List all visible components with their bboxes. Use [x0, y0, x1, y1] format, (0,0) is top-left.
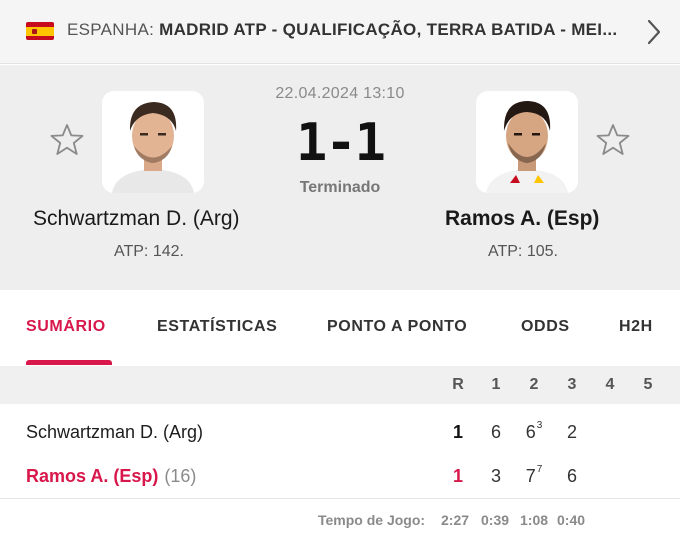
away-player-rank: ATP: 105. — [488, 243, 558, 260]
match-status: Terminado — [299, 179, 381, 196]
spain-flag-icon — [26, 22, 54, 40]
table-row[interactable]: Ramos A. (Esp) (16) 1 3 77 6 — [0, 452, 680, 496]
league-label: MADRID ATP - QUALIFICAÇÃO, TERRA BATIDA … — [159, 20, 618, 39]
row-player-name: Schwartzman D. (Arg) — [26, 422, 204, 442]
col-set-4: 4 — [605, 376, 615, 393]
tab-h2h[interactable]: H2H — [619, 318, 653, 336]
tab-statistics[interactable]: ESTATÍSTICAS — [157, 318, 277, 336]
row-player-name: Ramos A. (Esp) (16) — [26, 466, 197, 486]
away-player-avatar[interactable] — [476, 91, 578, 193]
tab-summary[interactable]: SUMÁRIO — [26, 318, 106, 336]
score-table-header: R 1 2 3 4 5 — [0, 366, 680, 404]
player-seed: (16) — [164, 466, 197, 486]
tiebreak-score: 3 — [536, 420, 543, 431]
chevron-right-icon[interactable] — [644, 18, 664, 46]
divider — [0, 498, 680, 499]
country-label: ESPANHA: — [67, 20, 155, 39]
row-set-2: 77 — [525, 464, 543, 486]
match-duration: Tempo de Jogo: 2:27 0:39 1:08 0:40 — [0, 500, 680, 537]
competition-bar[interactable]: ESPANHA: MADRID ATP - QUALIFICAÇÃO, TERR… — [0, 0, 680, 64]
duration-set-2: 1:08 — [520, 512, 549, 528]
duration-set-1: 0:39 — [481, 512, 510, 528]
row-set-3: 6 — [566, 466, 577, 486]
match-header: 22.04.2024 13:10 1-1 Terminado Schwartzm… — [0, 65, 680, 290]
col-set-2: 2 — [529, 376, 539, 393]
tab-odds[interactable]: ODDS — [521, 318, 570, 336]
home-player-rank: ATP: 142. — [114, 243, 184, 260]
match-score: 1-1 — [296, 113, 386, 173]
duration-total: 2:27 — [441, 512, 470, 528]
col-set-3: 3 — [567, 376, 577, 393]
duration-set-3: 0:40 — [557, 512, 586, 528]
row-set-1: 6 — [490, 422, 501, 442]
active-tab-indicator — [26, 360, 112, 365]
col-set-1: 1 — [491, 376, 501, 393]
row-set-2: 63 — [525, 420, 543, 442]
tab-point-by-point[interactable]: PONTO A PONTO — [327, 318, 467, 336]
col-result: R — [452, 376, 464, 393]
table-row[interactable]: Schwartzman D. (Arg) 1 6 63 2 — [0, 408, 680, 452]
duration-label: Tempo de Jogo: — [318, 512, 426, 528]
away-player-name[interactable]: Ramos A. (Esp) — [445, 207, 599, 231]
match-datetime: 22.04.2024 13:10 — [275, 85, 405, 102]
star-outline-icon[interactable] — [596, 123, 630, 157]
row-result: 1 — [452, 422, 463, 442]
row-set-1: 3 — [490, 466, 501, 486]
col-set-5: 5 — [643, 376, 653, 393]
tiebreak-score: 7 — [536, 464, 543, 475]
match-tabs: SUMÁRIO ESTATÍSTICAS PONTO A PONTO ODDS … — [0, 290, 680, 366]
row-result: 1 — [452, 466, 463, 486]
row-set-3: 2 — [566, 422, 577, 442]
competition-breadcrumb[interactable]: ESPANHA: MADRID ATP - QUALIFICAÇÃO, TERR… — [67, 20, 627, 40]
home-player-name[interactable]: Schwartzman D. (Arg) — [33, 207, 240, 231]
